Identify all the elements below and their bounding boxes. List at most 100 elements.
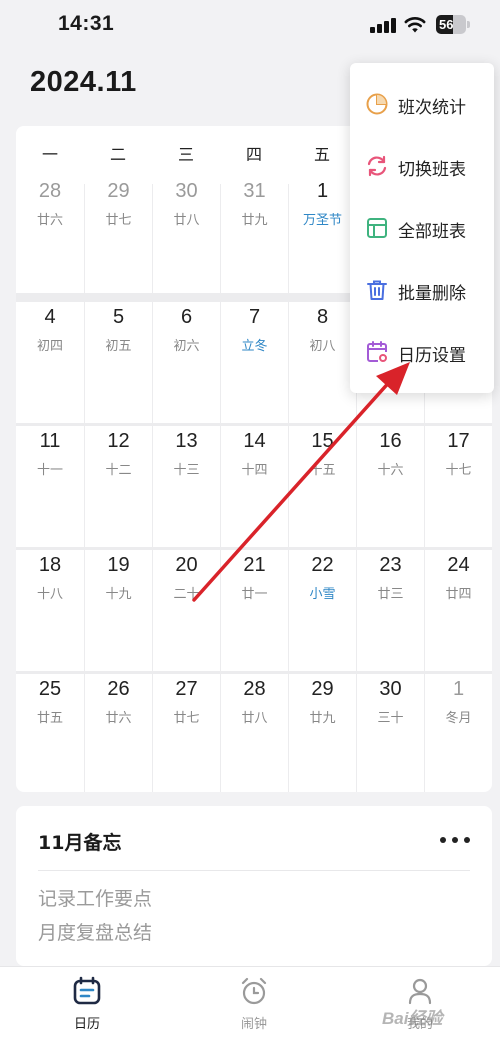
calendar-day-cell[interactable]: 6 初六 [153, 302, 220, 423]
day-number: 30 [379, 678, 402, 700]
menu-item-calendar-settings[interactable]: 日历设置 [350, 322, 494, 382]
calendar-day-cell[interactable]: 30 三十 [357, 674, 424, 792]
calendar-day-cell[interactable]: 1 万圣节 [289, 180, 356, 293]
day-number: 24 [447, 554, 470, 576]
day-number: 21 [243, 554, 266, 576]
memo-card[interactable]: 11月备忘 记录工作要点 月度复盘总结 [16, 806, 492, 966]
lunar-label: 廿四 [445, 587, 472, 602]
calendar-day-cell[interactable]: 1 冬月 [425, 674, 492, 792]
lunar-label: 小雪 [309, 587, 336, 602]
lunar-label: 十七 [445, 463, 472, 478]
calendar-day-cell[interactable]: 5 初五 [85, 302, 152, 423]
tab-calendar[interactable]: 日历 [27, 975, 147, 1045]
lunar-label: 廿七 [105, 213, 132, 228]
calendar-day-cell[interactable]: 19 十九 [85, 550, 152, 671]
calendar-day-cell[interactable]: 28 廿六 [16, 180, 84, 293]
tab-label: 日历 [73, 1017, 100, 1032]
menu-item-label: 切换班表 [398, 160, 466, 180]
alarm-clock-icon [241, 977, 267, 1005]
memo-line[interactable]: 记录工作要点 [38, 884, 152, 911]
calendar-day-cell[interactable]: 4 初四 [16, 302, 84, 423]
signal-icon [370, 17, 396, 33]
menu-item-shift-statistics[interactable]: 班次统计 [350, 74, 494, 134]
day-number: 28 [243, 678, 266, 700]
tab-alarm[interactable]: 闹钟 [194, 975, 314, 1045]
menu-item-switch-schedule[interactable]: 切换班表 [350, 136, 494, 196]
lunar-label: 初八 [309, 339, 336, 354]
menu-item-label: 批量删除 [398, 284, 466, 304]
day-number: 26 [107, 678, 130, 700]
calendar-day-cell[interactable]: 17 十七 [425, 426, 492, 547]
calendar-day-cell[interactable]: 13 十三 [153, 426, 220, 547]
day-number: 22 [311, 554, 334, 576]
day-number: 18 [38, 554, 62, 576]
day-number: 19 [107, 554, 130, 576]
user-icon [408, 978, 432, 1005]
switch-arrows-icon [367, 155, 387, 177]
calendar-day-cell[interactable]: 29 廿九 [289, 674, 356, 792]
day-number: 29 [107, 180, 130, 202]
tab-label: 闹钟 [240, 1017, 267, 1032]
battery-level: 56 [439, 17, 454, 32]
calendar-day-cell[interactable]: 16 十六 [357, 426, 424, 547]
lunar-label: 十九 [105, 587, 132, 602]
menu-item-label: 日历设置 [398, 346, 466, 366]
lunar-label: 廿三 [377, 587, 404, 602]
lunar-label: 万圣节 [302, 213, 342, 228]
calendar-day-cell[interactable]: 31 廿九 [221, 180, 288, 293]
memo-line[interactable]: 月度复盘总结 [38, 918, 152, 945]
lunar-label: 三十 [377, 711, 404, 726]
calendar-day-cell[interactable]: 28 廿八 [221, 674, 288, 792]
calendar-day-cell[interactable]: 27 廿七 [153, 674, 220, 792]
weekday-label: 一 [41, 145, 58, 164]
battery-icon: 56 [436, 15, 466, 34]
lunar-label: 廿六 [105, 711, 132, 726]
lunar-label: 冬月 [445, 711, 472, 726]
battery-tip [467, 21, 470, 28]
menu-item-all-schedules[interactable]: 全部班表 [350, 198, 494, 258]
month-title[interactable]: 2024.11 [30, 66, 137, 99]
menu-item-batch-delete[interactable]: 批量删除 [350, 260, 494, 320]
calendar-day-cell[interactable]: 20 二十 [153, 550, 220, 671]
lunar-label: 十一 [36, 463, 63, 478]
day-number: 8 [316, 306, 329, 328]
lunar-label: 廿八 [173, 213, 200, 228]
pie-chart-icon [366, 93, 388, 115]
status-bar: 14:31 56 [0, 0, 500, 52]
day-number: 12 [107, 430, 130, 452]
calendar-day-cell[interactable]: 18 十八 [16, 550, 84, 671]
more-icon[interactable] [440, 830, 470, 850]
day-number: 30 [175, 180, 198, 202]
menu-item-label: 全部班表 [398, 222, 466, 242]
calendar-day-cell[interactable]: 26 廿六 [85, 674, 152, 792]
calendar-day-cell[interactable]: 15 十五 [289, 426, 356, 547]
lunar-label: 十六 [377, 463, 404, 478]
lunar-label: 二十 [173, 587, 200, 602]
calendar-day-cell[interactable]: 25 廿五 [16, 674, 84, 792]
calendar-day-cell[interactable]: 29 廿七 [85, 180, 152, 293]
calendar-day-cell[interactable]: 30 廿八 [153, 180, 220, 293]
day-number: 17 [447, 430, 470, 452]
menu-item-label: 班次统计 [398, 98, 466, 118]
calendar-day-cell[interactable]: 8 初八 [289, 302, 356, 423]
lunar-label: 廿一 [241, 587, 268, 602]
day-number: 20 [175, 554, 198, 576]
calendar-day-cell[interactable]: 14 十四 [221, 426, 288, 547]
day-number: 25 [38, 678, 62, 700]
day-number: 5 [112, 306, 125, 328]
calendar-day-cell[interactable]: 21 廿一 [221, 550, 288, 671]
weekday-label: 三 [177, 145, 194, 164]
memo-title: 11月备忘 [38, 832, 122, 854]
day-number: 1 [452, 678, 465, 700]
day-number: 28 [38, 180, 62, 202]
calendar-day-cell[interactable]: 11 十一 [16, 426, 84, 547]
table-icon [367, 218, 387, 238]
calendar-day-cell[interactable]: 24 廿四 [425, 550, 492, 671]
calendar-day-cell[interactable]: 23 廿三 [357, 550, 424, 671]
calendar-day-cell[interactable]: 12 十二 [85, 426, 152, 547]
day-number: 11 [39, 430, 61, 452]
calendar-day-cell[interactable]: 22 小雪 [289, 550, 356, 671]
popup-menu: 班次统计 切换班表 全部班表 批量删除 日历设置 [350, 63, 494, 393]
day-number: 4 [44, 306, 56, 328]
calendar-day-cell[interactable]: 7 立冬 [221, 302, 288, 423]
